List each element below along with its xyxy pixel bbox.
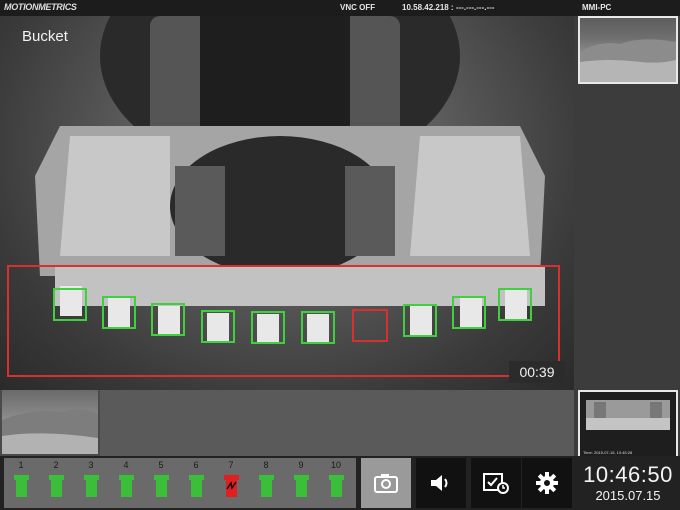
tooth-status-1[interactable]: 1 (4, 458, 38, 508)
tooth-status-9[interactable]: 9 (284, 458, 318, 508)
history-button[interactable] (471, 458, 521, 508)
main-camera-view: Bucket 00:39 (0, 16, 574, 390)
tooth-status-8[interactable]: 8 (249, 458, 283, 508)
vnc-status: VNC OFF (340, 3, 376, 12)
camera-label: Bucket (22, 28, 68, 45)
tooth-ok-icon (294, 475, 309, 497)
landscape-thumbnail-left[interactable] (2, 390, 98, 454)
clock: 10:46:50 2015.07.15 (578, 458, 678, 508)
tooth-ok-icon (84, 475, 99, 497)
clock-time: 10:46:50 (583, 462, 673, 487)
status-bar: MOTIONMETRICS VNC OFF 10.58.42.218 : ---… (0, 0, 680, 16)
timer: 00:39 (509, 361, 565, 383)
tooth-status-strip: 1 2 3 4 5 6 7 8 9 10 (4, 458, 356, 508)
bucket-thumbnail[interactable]: Time: 2015-07-15, 10:45:28 (578, 390, 678, 458)
pc-name: MMI-PC (582, 3, 612, 12)
empty-panel (100, 390, 574, 456)
clock-date: 2015.07.15 (595, 488, 661, 503)
landscape-thumbnail[interactable] (578, 16, 678, 84)
tooth-ok-icon (14, 475, 29, 497)
tooth-status-3[interactable]: 3 (74, 458, 108, 508)
app-logo: MOTIONMETRICS (4, 2, 77, 12)
tooth-missing-icon (224, 475, 239, 497)
snapshot-button[interactable] (361, 458, 411, 508)
tooth-status-6[interactable]: 6 (179, 458, 213, 508)
tooth-status-2[interactable]: 2 (39, 458, 73, 508)
tooth-status-10[interactable]: 10 (319, 458, 353, 508)
tooth-ok-icon (119, 475, 134, 497)
bucket-camera-image (7, 16, 560, 377)
speaker-icon (431, 475, 448, 491)
tooth-status-5[interactable]: 5 (144, 458, 178, 508)
settings-button[interactable] (522, 458, 572, 508)
tooth-ok-icon (329, 475, 344, 497)
tooth-ok-icon (189, 475, 204, 497)
tooth-box-7 (352, 309, 388, 342)
history-icon (483, 473, 509, 494)
tooth-ok-icon (259, 475, 274, 497)
tooth-ok-icon (49, 475, 64, 497)
tooth-ok-icon (154, 475, 169, 497)
ip-address: 10.58.42.218 : ---.---.---.--- (402, 3, 495, 12)
thumbnail-timestamp: Time: 2015-07-15, 10:45:28 (583, 450, 633, 455)
gear-icon (536, 472, 558, 494)
camera-icon (374, 474, 398, 493)
sound-button[interactable] (416, 458, 466, 508)
tooth-status-4[interactable]: 4 (109, 458, 143, 508)
tooth-status-7[interactable]: 7 (214, 458, 248, 508)
